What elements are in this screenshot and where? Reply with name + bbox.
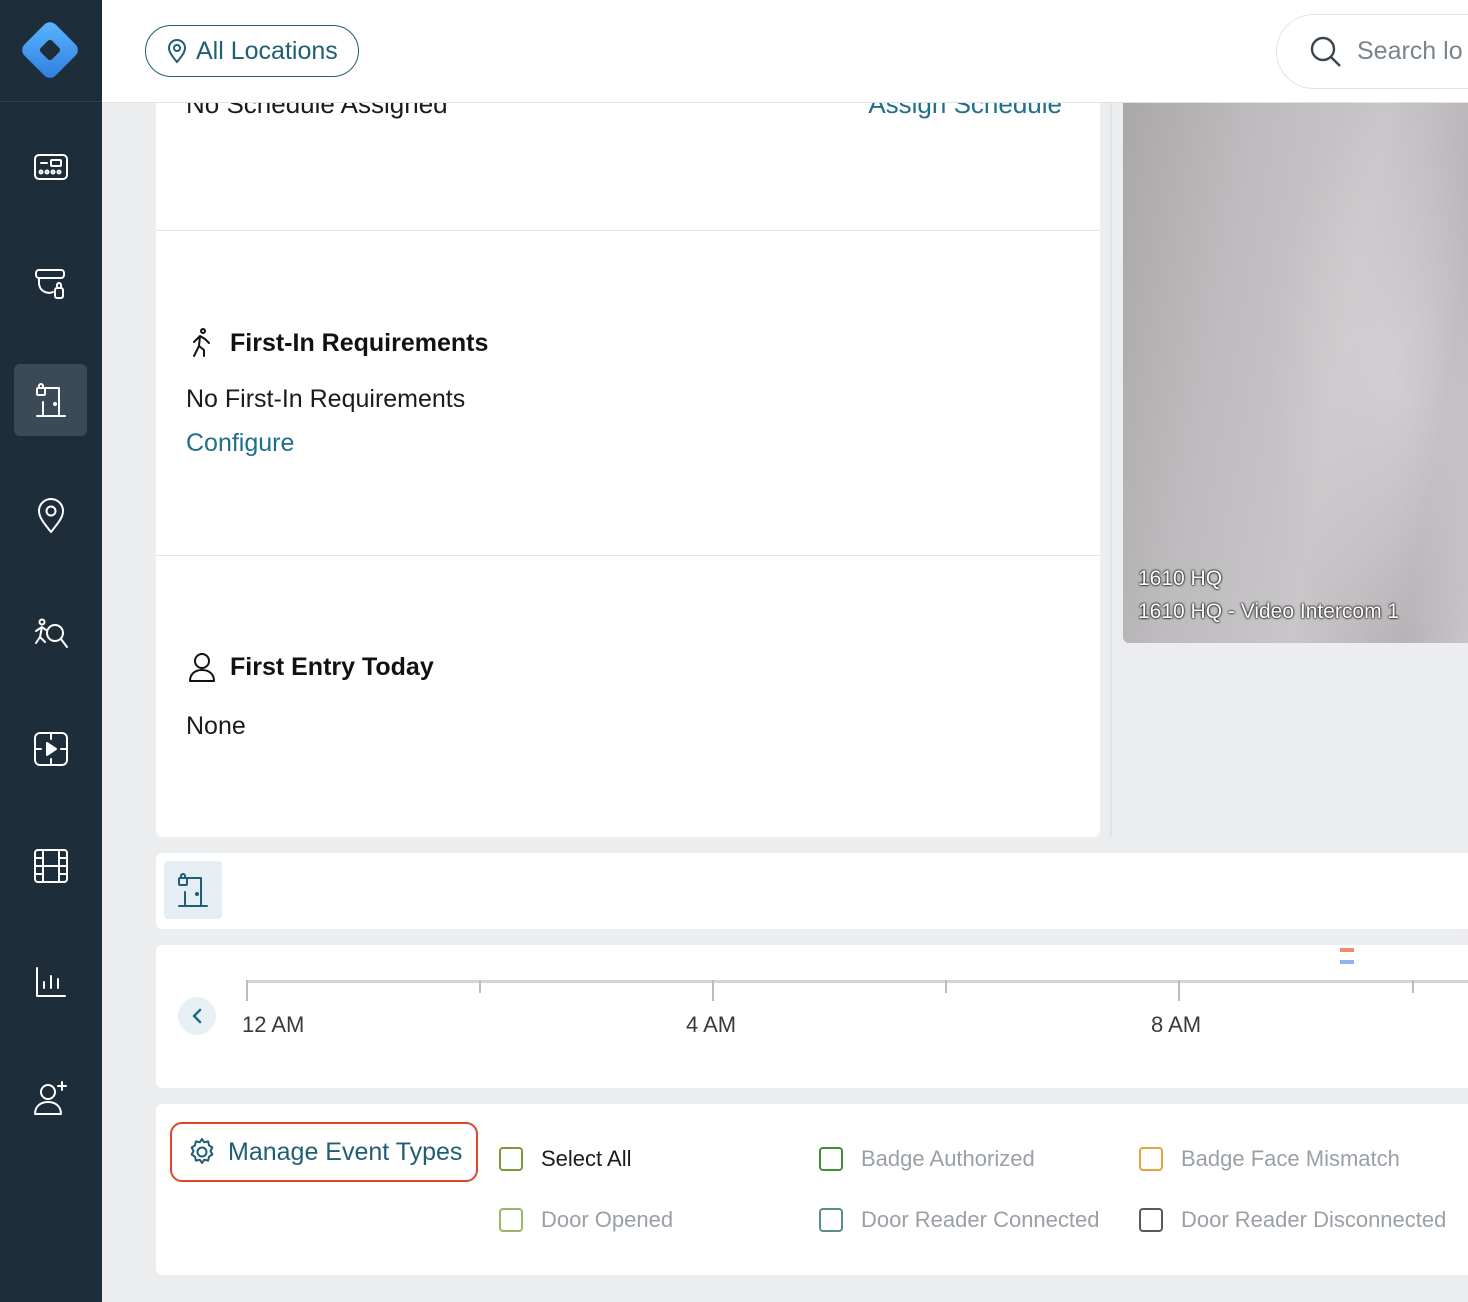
filter-label: Select All [541, 1146, 632, 1171]
checkbox[interactable] [1139, 1208, 1163, 1232]
checkbox[interactable] [499, 1208, 523, 1232]
first-entry-title: First Entry Today [186, 651, 434, 683]
camera-site-label: 1610 HQ [1138, 567, 1223, 590]
walking-person-icon [193, 328, 210, 357]
nav-add-user[interactable] [14, 1062, 87, 1134]
all-locations-label: All Locations [196, 36, 338, 65]
search-icon [1310, 36, 1341, 67]
filter-label: Door Opened [541, 1207, 674, 1232]
timeline-tick [945, 980, 947, 993]
nav-reports[interactable] [14, 946, 87, 1018]
location-pin-icon [37, 498, 64, 533]
filter-select-all[interactable]: Select All [499, 1146, 632, 1172]
nav-people-search[interactable] [14, 597, 87, 669]
first-in-title-text: First-In Requirements [230, 328, 489, 357]
timeline-tick [1412, 980, 1414, 993]
door-details-panel: No Schedule Assigned Assign Schedule Fir… [156, 103, 1100, 837]
sidebar [0, 0, 102, 1302]
app-logo[interactable] [0, 0, 102, 102]
dashboard-panel-icon [33, 154, 68, 180]
timeline-label: 12 AM [242, 1012, 305, 1037]
filter-label: Door Reader Connected [861, 1207, 1100, 1232]
timeline-label: 8 AM [1151, 1012, 1202, 1037]
camera-name-label: 1610 HQ - Video Intercom 1 [1138, 600, 1400, 623]
event-types-panel: Manage Event Types Select All Badge Auth… [156, 1104, 1468, 1275]
nav-dashboard[interactable] [14, 131, 87, 203]
manage-event-types-button[interactable]: Manage Event Types [170, 1122, 478, 1182]
filter-label: Badge Face Mismatch [1181, 1146, 1400, 1171]
timeline-tick [1178, 980, 1180, 1001]
top-header: All Locations [102, 0, 1468, 103]
filter-door-reader-disconnected[interactable]: Door Reader Disconnected [1139, 1207, 1446, 1233]
timeline-tick [246, 980, 248, 1001]
first-in-title: First-In Requirements [186, 327, 488, 359]
filter-door-reader-connected[interactable]: Door Reader Connected [819, 1207, 1099, 1233]
nav-cameras[interactable] [14, 248, 87, 320]
first-entry-value: None [186, 712, 246, 740]
film-icon [33, 849, 68, 883]
filter-label: Badge Authorized [861, 1146, 1035, 1171]
nav-doors[interactable] [14, 364, 87, 436]
add-user-icon [33, 1081, 67, 1115]
checkbox[interactable] [819, 1208, 843, 1232]
timeline-tick [712, 980, 714, 1001]
event-marker-top[interactable] [1340, 948, 1354, 952]
logo-icon [18, 18, 82, 82]
checkbox[interactable] [819, 1147, 843, 1171]
filter-label: Door Reader Disconnected [1181, 1207, 1447, 1232]
column-divider [1110, 103, 1112, 837]
filter-badge-face-mismatch[interactable]: Badge Face Mismatch [1139, 1146, 1400, 1172]
all-locations-button[interactable]: All Locations [145, 25, 359, 77]
checkbox[interactable] [1139, 1147, 1163, 1171]
checkbox[interactable] [499, 1147, 523, 1171]
schedule-row: No Schedule Assigned Assign Schedule [156, 103, 1100, 231]
first-entry-title-text: First Entry Today [230, 652, 434, 681]
manage-event-types-label: Manage Event Types [228, 1137, 463, 1166]
nav-recordings[interactable] [14, 830, 87, 902]
event-timeline: 12 AM 4 AM 8 AM [156, 945, 1468, 1088]
person-search-icon [34, 618, 68, 648]
door-icon [178, 873, 208, 907]
door-icon [35, 383, 66, 417]
door-tab[interactable] [164, 861, 222, 919]
timeline-axis[interactable] [246, 980, 1468, 983]
timeline-tick [479, 980, 481, 993]
search-box[interactable] [1276, 14, 1468, 89]
filter-badge-authorized[interactable]: Badge Authorized [819, 1146, 1035, 1172]
configure-link[interactable]: Configure [186, 429, 294, 458]
video-player-icon [33, 732, 68, 766]
schedule-status: No Schedule Assigned [186, 103, 448, 119]
first-in-value: No First-In Requirements [186, 385, 466, 413]
assign-schedule-link[interactable]: Assign Schedule [868, 103, 1062, 120]
person-icon [189, 653, 215, 682]
location-pin-icon [167, 39, 187, 64]
nav-video[interactable] [14, 713, 87, 785]
nav-locations[interactable] [14, 480, 87, 552]
timeline-prev-button[interactable] [178, 997, 216, 1035]
camera-lock-icon [34, 269, 65, 299]
event-marker-bottom[interactable] [1340, 960, 1354, 964]
section-divider [156, 555, 1100, 556]
video-feed[interactable]: 1610 HQ 1610 HQ - Video Intercom 1 [1123, 103, 1468, 643]
timeline-label: 4 AM [686, 1012, 737, 1037]
chevron-left-icon [192, 1008, 202, 1024]
door-selector-strip [156, 853, 1468, 929]
search-input[interactable] [1357, 37, 1468, 66]
gear-icon [190, 1138, 214, 1164]
filter-door-opened[interactable]: Door Opened [499, 1207, 673, 1233]
bar-chart-icon [35, 967, 66, 997]
